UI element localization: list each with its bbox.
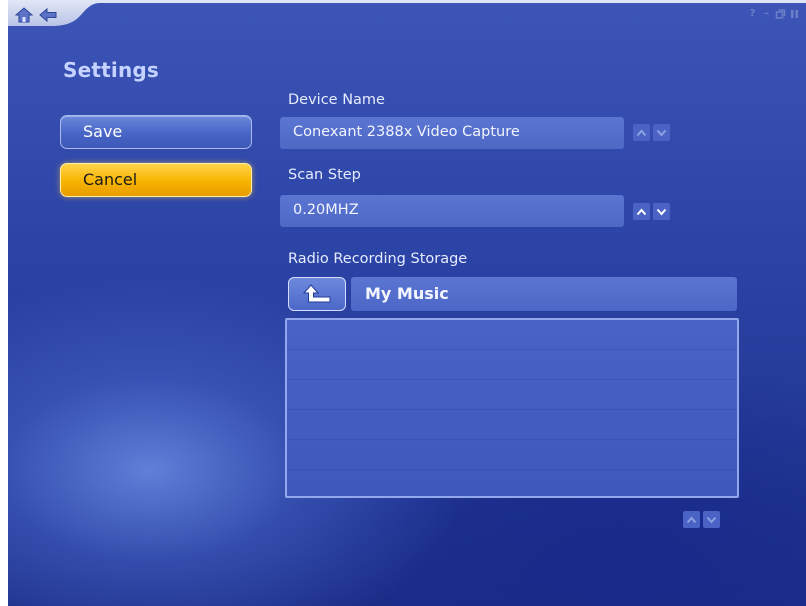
restore-button[interactable] <box>775 8 786 20</box>
up-folder-button[interactable] <box>288 277 346 311</box>
scan-step-label: Scan Step <box>288 167 361 183</box>
folder-list[interactable] <box>285 318 739 498</box>
home-icon[interactable] <box>14 7 34 23</box>
close-button[interactable] <box>789 8 800 20</box>
up-folder-arrow-icon <box>302 284 331 303</box>
chevron-up-icon <box>636 207 647 215</box>
window-left-edge <box>0 0 8 606</box>
folder-list-scroll-down-button[interactable] <box>703 511 720 528</box>
scan-step-spinner <box>633 203 670 220</box>
scan-step-value[interactable]: 0.20MHZ <box>280 195 624 227</box>
title-bar-background <box>8 0 806 26</box>
minimize-button[interactable]: – <box>761 8 772 20</box>
chevron-down-icon <box>656 208 667 216</box>
window-content: ? – Settings Save Cancel Device Name Con… <box>8 0 806 606</box>
chevron-up-icon <box>636 128 647 136</box>
help-button[interactable]: ? <box>747 8 758 20</box>
scan-step-up-button[interactable] <box>633 203 650 220</box>
device-name-spinner <box>633 124 670 141</box>
window-controls: ? – <box>747 8 800 20</box>
folder-list-scroll-up-button[interactable] <box>683 511 700 528</box>
close-icon <box>791 10 798 18</box>
chevron-down-icon <box>706 516 717 524</box>
storage-label: Radio Recording Storage <box>288 251 468 267</box>
page-title: Settings <box>63 58 160 82</box>
media-center-window: ? – Settings Save Cancel Device Name Con… <box>0 0 806 606</box>
folder-list-scroll <box>683 511 720 528</box>
cancel-button[interactable]: Cancel <box>60 163 252 197</box>
device-name-up-button[interactable] <box>633 124 650 141</box>
device-name-down-button[interactable] <box>653 124 670 141</box>
current-folder-path: My Music <box>351 277 737 311</box>
scan-step-down-button[interactable] <box>653 203 670 220</box>
chevron-down-icon <box>656 129 667 137</box>
save-button[interactable]: Save <box>60 115 252 149</box>
device-name-label: Device Name <box>288 92 385 108</box>
title-bar: ? – <box>8 0 806 30</box>
chevron-up-icon <box>686 515 697 523</box>
device-name-value[interactable]: Conexant 2388x Video Capture <box>280 117 624 149</box>
restore-icon <box>775 9 786 19</box>
back-arrow-icon[interactable] <box>39 7 57 23</box>
